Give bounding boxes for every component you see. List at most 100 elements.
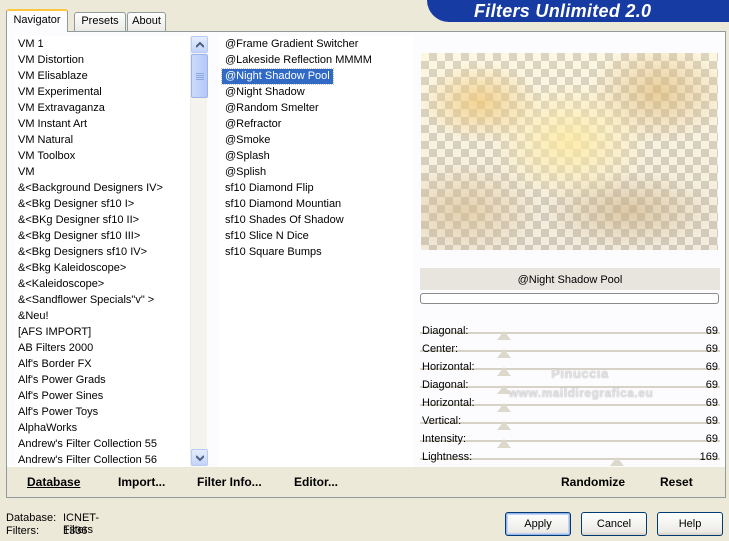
parameter-label: Center: xyxy=(422,343,459,355)
category-item[interactable]: Alf's Power Grads xyxy=(15,373,109,388)
category-item[interactable]: Andrew's Filter Collection 56 xyxy=(15,453,160,467)
category-item[interactable]: VM Elisablaze xyxy=(15,69,91,84)
current-filter-name: @Night Shadow Pool xyxy=(420,268,720,290)
category-item[interactable]: &<Bkg Designer sf10 I> xyxy=(15,197,137,212)
filter-item[interactable]: sf10 Slice N Dice xyxy=(222,229,312,244)
tab-about[interactable]: About xyxy=(127,12,166,31)
category-item[interactable]: VM xyxy=(15,165,38,180)
filters-status-label: Filters: xyxy=(6,525,39,537)
category-item[interactable]: &<Sandflower Specials"v" > xyxy=(15,293,157,308)
filter-item[interactable]: @Night Shadow Pool xyxy=(221,68,334,85)
category-item[interactable]: VM Experimental xyxy=(15,85,105,100)
database-button[interactable]: Database xyxy=(27,475,80,489)
import-label: Import... xyxy=(118,475,166,489)
filter-item[interactable]: @Lakeside Reflection MMMM xyxy=(222,53,375,68)
slider-thumb[interactable] xyxy=(610,457,624,466)
category-item[interactable]: &<Kaleidoscope> xyxy=(15,277,107,292)
category-item[interactable]: VM Extravaganza xyxy=(15,101,108,116)
slider-thumb[interactable] xyxy=(497,331,511,340)
category-item[interactable]: &<Bkg Kaleidoscope> xyxy=(15,261,129,276)
filter-item[interactable]: @Splish xyxy=(222,165,269,180)
parameter-row: Diagonal: 69 xyxy=(420,323,720,341)
category-item[interactable]: Alf's Border FX xyxy=(15,357,95,372)
category-item[interactable]: &<BKg Designer sf10 II> xyxy=(15,213,142,228)
scroll-thumb[interactable] xyxy=(191,54,208,98)
scroll-up-button[interactable] xyxy=(191,36,208,53)
category-list[interactable]: VM 1 VM Distortion VM Elisablaze VM Experim… xyxy=(15,36,190,467)
category-item[interactable]: VM Natural xyxy=(15,133,76,148)
chevron-up-icon xyxy=(196,42,204,48)
filter-item[interactable]: sf10 Diamond Flip xyxy=(222,181,317,196)
filter-info-label: Filter Info... xyxy=(197,475,262,489)
editor-label: Editor... xyxy=(294,475,339,489)
slider-thumb[interactable] xyxy=(497,439,511,448)
slider-thumb[interactable] xyxy=(497,403,511,412)
progress-bar xyxy=(420,293,719,304)
parameter-row: Intensity: 69 xyxy=(420,431,720,449)
database-label: Database xyxy=(27,475,81,489)
preview-image xyxy=(421,53,718,250)
banner-title: Filters Unlimited 2.0 xyxy=(474,1,652,21)
parameter-value: 69 xyxy=(705,361,718,373)
parameter-value: 169 xyxy=(699,451,718,463)
category-item[interactable]: &Neu! xyxy=(15,309,52,324)
parameter-row: Lightness: 169 xyxy=(420,449,720,467)
cancel-button[interactable]: Cancel xyxy=(581,512,647,536)
parameter-label: Diagonal: xyxy=(422,379,469,391)
parameter-value: 69 xyxy=(705,325,718,337)
category-item[interactable]: Andrew's Filter Collection 55 xyxy=(15,437,160,452)
category-item[interactable]: VM Toolbox xyxy=(15,149,78,164)
parameter-label: Intensity: xyxy=(422,433,467,445)
category-scrollbar[interactable] xyxy=(190,36,208,466)
status-filters: Filters: 1336 xyxy=(6,525,87,537)
filter-item[interactable]: @Refractor xyxy=(222,117,284,132)
help-button[interactable]: Help xyxy=(657,512,723,536)
filter-item[interactable]: @Smoke xyxy=(222,133,273,148)
filter-item[interactable]: @Random Smelter xyxy=(222,101,322,116)
category-item[interactable]: &<Bkg Designer sf10 III> xyxy=(15,229,143,244)
category-item[interactable]: &<Background Designers IV> xyxy=(15,181,166,196)
filters-status-value: 1336 xyxy=(63,525,88,537)
filter-info-button[interactable]: Filter Info... xyxy=(197,475,262,489)
category-item[interactable]: VM Distortion xyxy=(15,53,87,68)
slider-thumb[interactable] xyxy=(497,349,511,358)
parameter-label: Lightness: xyxy=(422,451,473,463)
filter-item[interactable]: @Splash xyxy=(222,149,273,164)
watermark-line1: Pinuccia xyxy=(551,366,609,381)
tab-presets[interactable]: Presets xyxy=(74,12,126,31)
randomize-button[interactable]: Randomize xyxy=(561,475,625,489)
database-status-label: Database: xyxy=(6,512,57,524)
category-item[interactable]: AB Filters 2000 xyxy=(15,341,96,356)
slider-track[interactable] xyxy=(420,422,720,424)
tab-navigator[interactable]: Navigator xyxy=(6,9,68,32)
apply-button[interactable]: Apply xyxy=(505,512,571,536)
parameter-value: 69 xyxy=(705,343,718,355)
filter-list[interactable]: @Frame Gradient Switcher @Lakeside Reflec… xyxy=(218,36,414,467)
parameter-value: 69 xyxy=(705,415,718,427)
filter-item[interactable]: @Frame Gradient Switcher xyxy=(222,37,361,52)
scroll-down-button[interactable] xyxy=(191,449,208,466)
editor-button[interactable]: Editor... xyxy=(294,475,338,489)
status-database: Database: ICNET-Filters xyxy=(6,512,99,536)
filter-item[interactable]: sf10 Shades Of Shadow xyxy=(222,213,347,228)
category-item[interactable]: VM 1 xyxy=(15,37,47,52)
parameter-row: Vertical: 69 xyxy=(420,413,720,431)
parameter-row: Center: 69 xyxy=(420,341,720,359)
chevron-down-icon xyxy=(196,455,204,461)
parameter-label: Horizontal: xyxy=(422,361,475,373)
parameter-label: Diagonal: xyxy=(422,325,469,337)
category-item[interactable]: Alf's Power Sines xyxy=(15,389,106,404)
slider-thumb[interactable] xyxy=(497,421,511,430)
category-item[interactable]: Alf's Power Toys xyxy=(15,405,101,420)
parameter-label: Vertical: xyxy=(422,415,462,427)
filter-item[interactable]: sf10 Diamond Mountian xyxy=(222,197,344,212)
slider-track[interactable] xyxy=(420,350,720,352)
category-item[interactable]: VM Instant Art xyxy=(15,117,90,132)
category-item[interactable]: AlphaWorks xyxy=(15,421,80,436)
reset-button[interactable]: Reset xyxy=(660,475,693,489)
import-button[interactable]: Import... xyxy=(118,475,165,489)
filter-item[interactable]: @Night Shadow xyxy=(222,85,308,100)
filter-item[interactable]: sf10 Square Bumps xyxy=(222,245,325,260)
category-item[interactable]: &<Bkg Designers sf10 IV> xyxy=(15,245,150,260)
category-item[interactable]: [AFS IMPORT] xyxy=(15,325,94,340)
